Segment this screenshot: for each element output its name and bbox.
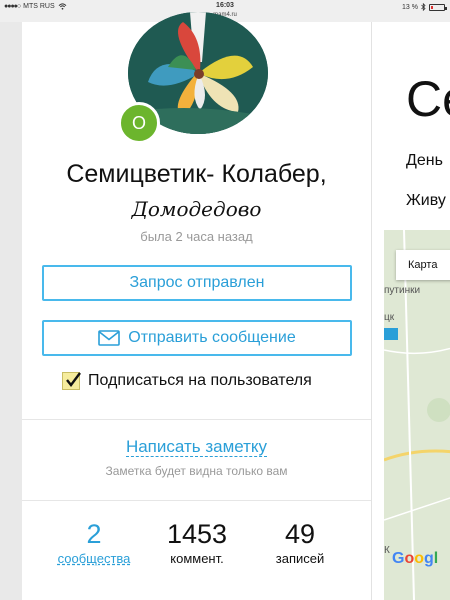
communities-label: сообщества xyxy=(57,551,131,566)
envelope-icon xyxy=(98,330,121,346)
status-right: 13 % xyxy=(402,3,447,11)
note-hint: Заметка будет видна только вам xyxy=(105,464,288,478)
friend-request-label: Запрос отправлен xyxy=(129,274,265,291)
friend-request-button[interactable]: Запрос отправлен xyxy=(42,265,352,301)
divider xyxy=(22,419,371,420)
send-message-label: Отправить сообщение xyxy=(128,329,296,346)
online-badge: О xyxy=(118,102,160,144)
status-time: 16:03 xyxy=(216,2,234,9)
battery-percent: 13 % xyxy=(402,3,418,11)
battery-icon xyxy=(429,3,447,11)
divider xyxy=(22,500,371,501)
subscribe-checkbox[interactable] xyxy=(62,372,81,390)
map-place-label: К xyxy=(384,545,390,556)
map[interactable]: Карта путинки цк К Googl xyxy=(384,230,450,600)
comments-count: 1453 xyxy=(166,519,228,549)
comments-label: коммент. xyxy=(170,551,224,566)
map-place-label: цк xyxy=(384,312,395,323)
profile-city: Домодедово xyxy=(131,197,262,221)
last-seen: была 2 часа назад xyxy=(140,229,253,244)
right-panel-line-2: Живу xyxy=(406,192,446,209)
right-panel: Се День Живу Карта путинки цк К Googl xyxy=(371,22,450,600)
subscribe-option[interactable]: Подписаться на пользователя xyxy=(62,372,312,390)
subscribe-label: Подписаться на пользователя xyxy=(88,372,312,389)
profile-card: О Семицветик- Колабер, Домодедово была 2… xyxy=(22,12,371,600)
stat-communities[interactable]: 2 сообщества xyxy=(44,519,144,566)
profile-name: Семицветик- Колабер, xyxy=(66,160,327,188)
stat-comments: 1453 коммент. xyxy=(147,519,247,566)
checkmark-icon xyxy=(66,372,81,387)
right-panel-line-1: День xyxy=(406,152,443,169)
posts-label: записей xyxy=(275,551,325,566)
battery-fill xyxy=(431,5,433,9)
google-logo: Googl xyxy=(392,550,439,567)
right-panel-title: Се xyxy=(406,71,450,127)
bluetooth-icon xyxy=(421,3,426,11)
map-place-label: путинки xyxy=(384,285,421,296)
posts-count: 49 xyxy=(284,519,316,549)
send-message-button[interactable]: Отправить сообщение xyxy=(42,320,352,356)
write-note-label: Написать заметку xyxy=(125,437,268,457)
stat-posts: 49 записей xyxy=(250,519,350,566)
write-note-link[interactable]: Написать заметку xyxy=(22,437,371,457)
map-type-button[interactable]: Карта xyxy=(396,250,450,280)
communities-count: 2 xyxy=(86,519,102,549)
